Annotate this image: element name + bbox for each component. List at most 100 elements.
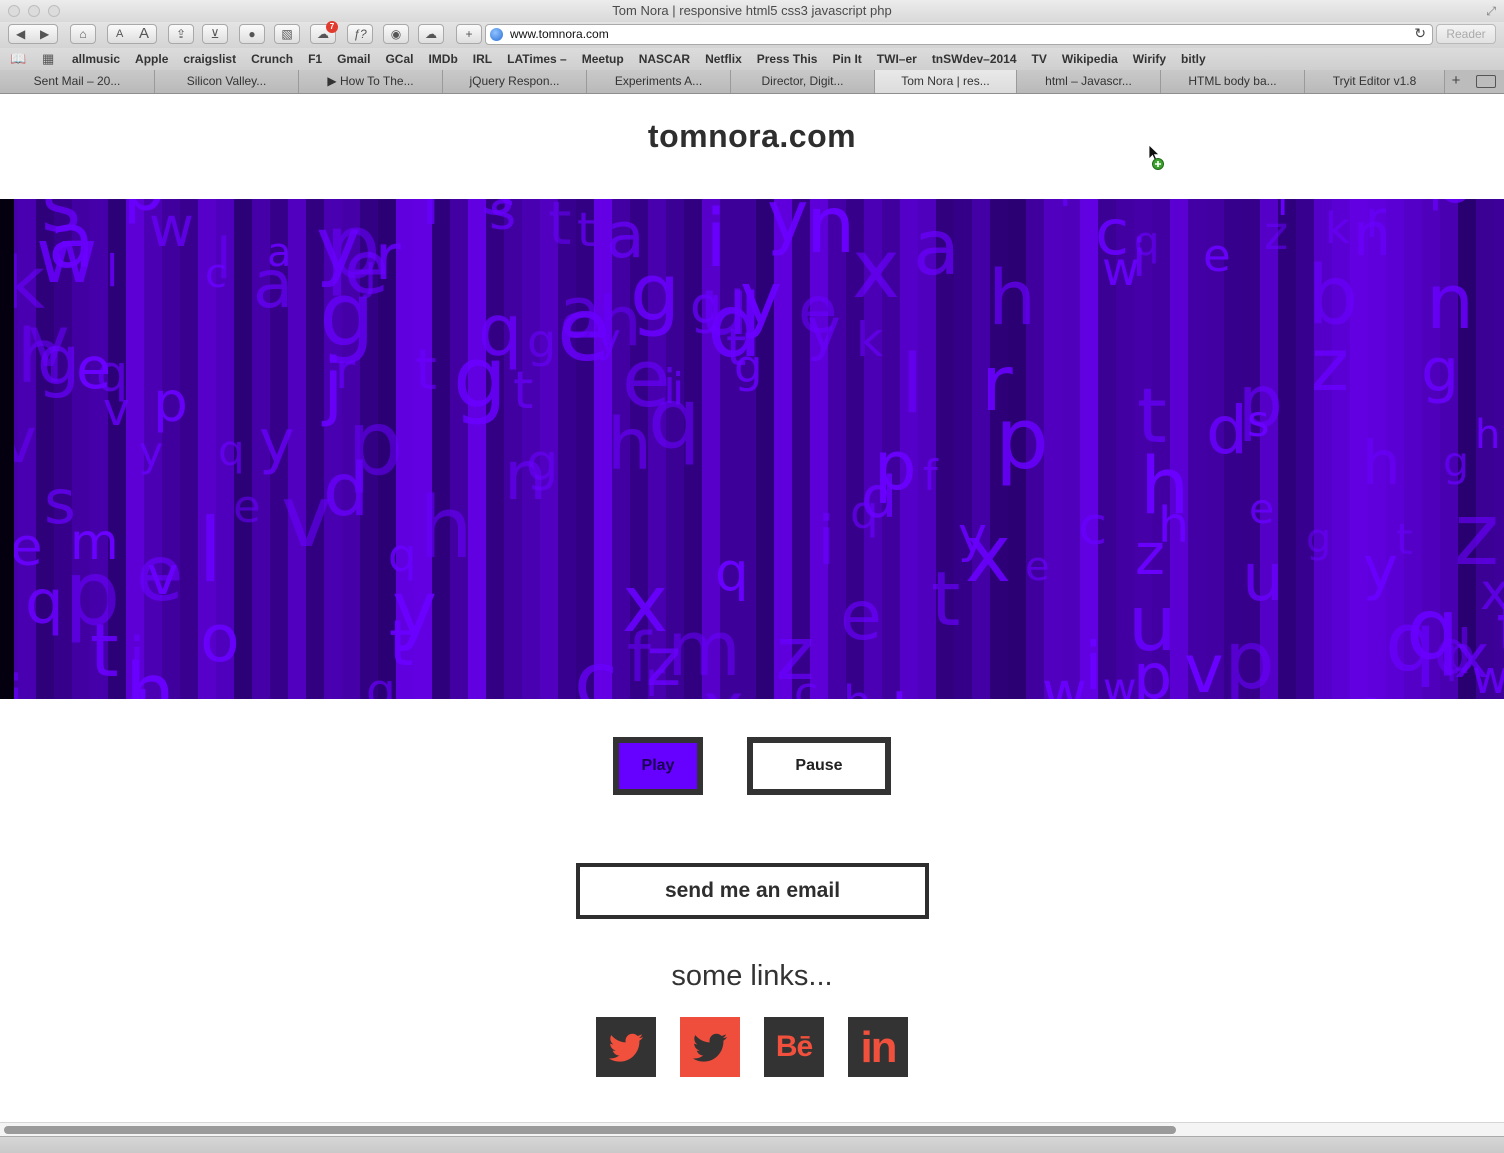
bookmark-item[interactable]: Crunch [251, 52, 293, 66]
rain-glyph: h [843, 676, 872, 699]
bookmark-item[interactable]: Press This [757, 52, 818, 66]
tab-item-active[interactable]: Tom Nora | res... [875, 70, 1017, 93]
cursor-add-icon [1148, 144, 1164, 170]
tab-item[interactable]: Tryit Editor v1.8 [1305, 70, 1445, 93]
tab-item[interactable]: html – Javascr... [1017, 70, 1161, 93]
fullscreen-icon[interactable]: ⤢ [1486, 4, 1496, 19]
tab-item[interactable]: jQuery Respon... [443, 70, 587, 93]
bookmark-item[interactable]: IMDb [428, 52, 457, 66]
extension-button-1[interactable]: ● [239, 24, 265, 44]
home-icon: ⌂ [79, 27, 87, 41]
rain-glyph: l [901, 338, 924, 432]
bookmark-item[interactable]: Netflix [705, 52, 742, 66]
address-bar[interactable]: www.tomnora.com ↻ [485, 24, 1433, 45]
play-button[interactable]: Play [613, 737, 703, 795]
bookmark-item[interactable]: bitly [1181, 52, 1206, 66]
rain-glyph: k [856, 313, 884, 368]
tab-item[interactable]: Sent Mail – 20... [0, 70, 155, 93]
bookmark-item[interactable]: GCal [385, 52, 413, 66]
url-text[interactable]: www.tomnora.com [510, 27, 609, 41]
extension-button-4[interactable]: ƒ? [347, 24, 373, 44]
bookmark-list: allmusic Apple craigslist Crunch F1 Gmail GCal… [72, 52, 1206, 66]
twitter-link-1[interactable] [596, 1017, 656, 1077]
bookmark-item[interactable]: F1 [308, 52, 322, 66]
add-tab-icon[interactable]: + [1446, 70, 1466, 93]
pause-button[interactable]: Pause [747, 737, 891, 795]
bookmark-item[interactable]: Meetup [582, 52, 624, 66]
animated-letters-canvas: jotiwbpqqcatckshpxvsrmxaghlflsnayycyttln… [0, 199, 1504, 699]
rain-glyph: p [153, 370, 188, 434]
extension-button-5[interactable]: ◉ [383, 24, 409, 44]
rain-glyph: c [1078, 496, 1107, 557]
grid-icon[interactable]: ▦ [42, 51, 54, 67]
tab-item[interactable]: Silicon Valley... [155, 70, 299, 93]
twitter-link-2[interactable] [680, 1017, 740, 1077]
bookmark-item[interactable]: TWI–er [877, 52, 917, 66]
rain-glyph: u [1128, 580, 1177, 669]
bookmark-item[interactable]: NASCAR [639, 52, 690, 66]
home-button[interactable]: ⌂ [70, 24, 96, 44]
reader-button[interactable]: Reader [1436, 24, 1496, 44]
behance-icon: Bē [775, 1030, 813, 1063]
rain-glyph: h [988, 253, 1036, 342]
bookmark-item[interactable]: Wirify [1133, 52, 1166, 66]
bookmark-item[interactable]: Pin It [832, 52, 861, 66]
bookmark-item[interactable]: Wikipedia [1062, 52, 1118, 66]
reload-icon[interactable]: ↻ [1414, 25, 1426, 42]
bookmark-item[interactable]: TV [1032, 52, 1047, 66]
rain-glyph: s [1360, 684, 1381, 699]
share-button[interactable]: ⇪ [168, 24, 194, 44]
notification-badge: 7 [326, 21, 338, 33]
back-forward-buttons[interactable]: ◀ ▶ [8, 24, 58, 44]
extension-button-3[interactable]: ☁ 7 [310, 21, 338, 44]
bookmark-item[interactable]: allmusic [72, 52, 120, 66]
rain-glyph: t [415, 338, 437, 403]
rain-glyph: e [798, 274, 837, 348]
book-icon[interactable]: 📖 [10, 51, 26, 67]
rain-glyph: g [1421, 336, 1459, 406]
rain-glyph: r [1059, 199, 1078, 217]
back-icon[interactable]: ◀ [16, 25, 25, 43]
scrollbar-thumb[interactable] [4, 1126, 1176, 1134]
rain-glyph: w [1472, 651, 1504, 699]
rain-glyph: l [198, 499, 222, 602]
rain-glyph: m [70, 513, 119, 571]
tab-overview-icon[interactable] [1476, 75, 1496, 88]
rain-glyph: v [1184, 630, 1224, 699]
extension-button-2[interactable]: ▧ [274, 24, 300, 44]
linkedin-icon: in [860, 1023, 897, 1072]
rain-glyph: a [913, 204, 960, 293]
reading-list-button[interactable]: ⊻ [202, 24, 228, 44]
bookmark-item[interactable]: tnSWdev–2014 [932, 52, 1017, 66]
rain-glyph: p [874, 427, 917, 505]
smaller-text-icon[interactable]: A [116, 25, 123, 43]
rain-glyph: p [1238, 360, 1283, 443]
linkedin-link[interactable]: in [848, 1017, 908, 1077]
rain-glyph: p [347, 391, 404, 495]
rain-glyph: g [690, 277, 722, 336]
rain-glyph: q [478, 290, 522, 372]
rain-column [468, 199, 486, 699]
tab-item[interactable]: ▶ How To The... [299, 70, 443, 93]
bookmarks-bar: 📖 ▦ allmusic Apple craigslist Crunch F1 Gmail… [0, 48, 1504, 71]
rain-glyph: e [1203, 229, 1231, 282]
rain-glyph: r [1365, 199, 1386, 250]
email-button[interactable]: send me an email [576, 863, 929, 919]
bookmark-item[interactable]: LATimes – [507, 52, 567, 66]
text-size-buttons[interactable]: A A [107, 24, 157, 44]
tab-item[interactable]: Director, Digit... [731, 70, 875, 93]
bookmark-item[interactable]: craigslist [183, 52, 236, 66]
extension-button-6[interactable]: ☁ [418, 24, 444, 44]
new-tab-button[interactable]: + [456, 24, 482, 44]
behance-link[interactable]: Bē [764, 1017, 824, 1077]
bookmark-item[interactable]: IRL [473, 52, 492, 66]
tab-item[interactable]: HTML body ba... [1161, 70, 1305, 93]
tab-item[interactable]: Experiments A... [587, 70, 731, 93]
bookmark-item[interactable]: Apple [135, 52, 168, 66]
rain-glyph: a [559, 272, 602, 354]
larger-text-icon[interactable]: A [139, 25, 149, 43]
bookmark-item[interactable]: Gmail [337, 52, 370, 66]
forward-icon[interactable]: ▶ [40, 25, 49, 43]
rain-glyph: v [281, 467, 332, 567]
share-icon: ⇪ [175, 27, 187, 41]
